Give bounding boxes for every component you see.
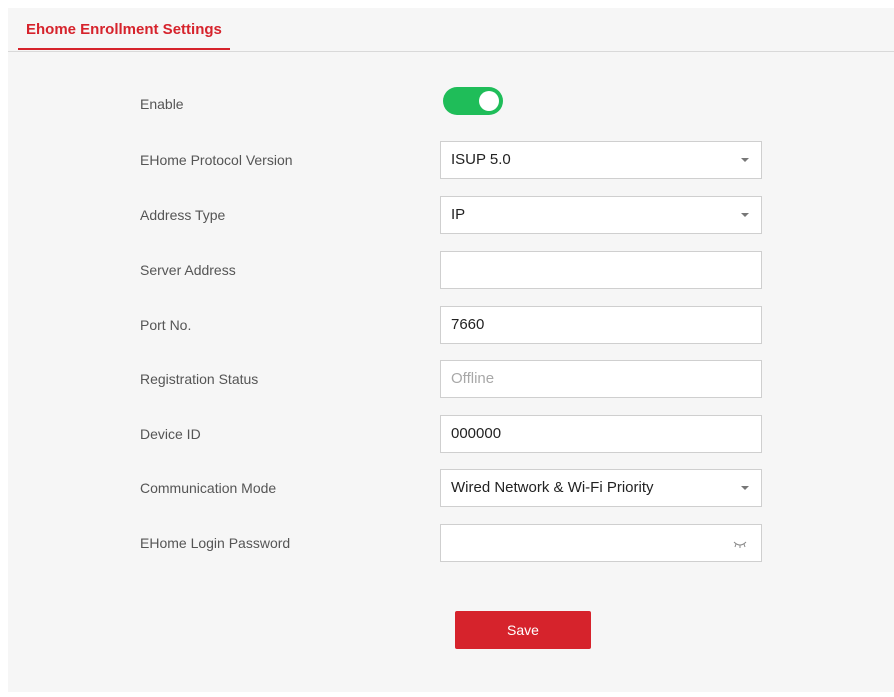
- device-id-label: Device ID: [140, 426, 201, 442]
- tab-ehome-enrollment-settings[interactable]: Ehome Enrollment Settings: [18, 21, 230, 50]
- registration-status-label: Registration Status: [140, 371, 259, 387]
- login-password-input[interactable]: [440, 524, 762, 562]
- server-address-input[interactable]: [440, 251, 762, 289]
- server-address-label: Server Address: [140, 262, 236, 278]
- save-button[interactable]: Save: [455, 611, 591, 649]
- port-row: Port No. 7660: [0, 306, 894, 344]
- address-type-row: Address Type IP: [0, 196, 894, 234]
- communication-mode-select[interactable]: Wired Network & Wi-Fi Priority: [440, 469, 762, 507]
- chevron-down-icon: [741, 158, 749, 162]
- enable-row: Enable: [0, 85, 894, 123]
- enable-label: Enable: [140, 96, 184, 112]
- communication-mode-label: Communication Mode: [140, 480, 277, 496]
- server-address-row: Server Address: [0, 251, 894, 289]
- login-password-row: EHome Login Password: [0, 524, 894, 562]
- protocol-version-value: ISUP 5.0: [451, 151, 511, 168]
- protocol-version-row: EHome Protocol Version ISUP 5.0: [0, 141, 894, 179]
- protocol-version-label: EHome Protocol Version: [140, 152, 293, 168]
- communication-mode-value: Wired Network & Wi-Fi Priority: [451, 479, 654, 496]
- chevron-down-icon: [741, 213, 749, 217]
- protocol-version-select[interactable]: ISUP 5.0: [440, 141, 762, 179]
- address-type-select[interactable]: IP: [440, 196, 762, 234]
- address-type-label: Address Type: [140, 207, 226, 223]
- chevron-down-icon: [741, 486, 749, 490]
- login-password-label: EHome Login Password: [140, 535, 291, 551]
- address-type-value: IP: [451, 206, 466, 223]
- port-label: Port No.: [140, 317, 192, 333]
- tab-bar: Ehome Enrollment Settings: [8, 8, 894, 52]
- toggle-knob: [479, 91, 499, 111]
- device-id-input[interactable]: 000000: [440, 415, 762, 453]
- registration-status-field: Offline: [440, 360, 762, 398]
- registration-status-row: Registration Status Offline: [0, 360, 894, 398]
- port-input[interactable]: 7660: [440, 306, 762, 344]
- eye-closed-icon[interactable]: [733, 538, 747, 550]
- enable-toggle[interactable]: [443, 87, 503, 115]
- communication-mode-row: Communication Mode Wired Network & Wi-Fi…: [0, 469, 894, 507]
- device-id-row: Device ID 000000: [0, 415, 894, 453]
